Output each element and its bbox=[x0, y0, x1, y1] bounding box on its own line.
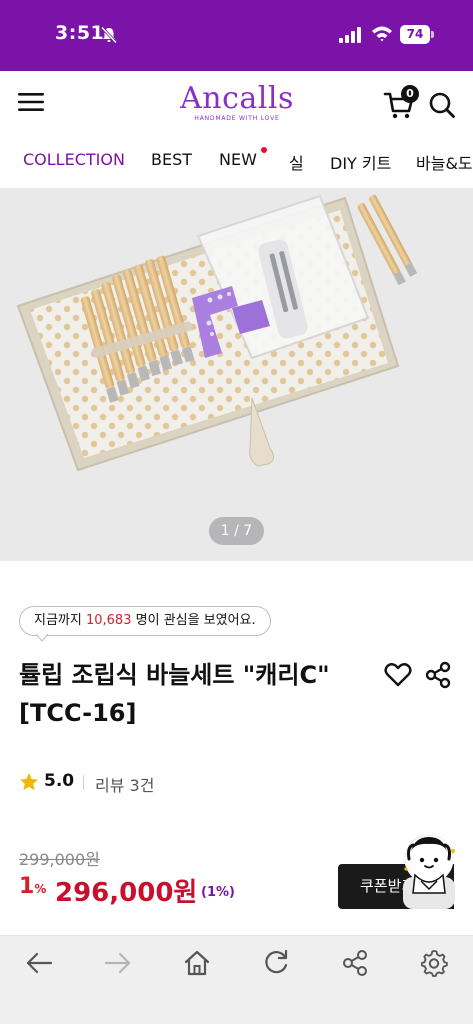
bell-muted-icon bbox=[100, 26, 118, 44]
product-photo bbox=[0, 188, 473, 561]
share-icon[interactable] bbox=[424, 661, 452, 689]
brand-logo[interactable]: Ancalls HANDMADE WITH LOVE bbox=[176, 81, 298, 131]
cellular-signal-icon bbox=[339, 27, 361, 43]
cart-count-badge: 0 bbox=[401, 85, 419, 103]
review-count-link[interactable]: 리뷰 3건 bbox=[95, 772, 154, 796]
browser-toolbar bbox=[0, 935, 473, 1024]
home-icon[interactable] bbox=[182, 948, 212, 978]
new-indicator-dot bbox=[261, 147, 267, 153]
discount-rate-value: 1 bbox=[19, 874, 35, 899]
discount-rate: 1% bbox=[19, 874, 46, 899]
heart-icon[interactable] bbox=[384, 662, 412, 688]
status-bar: 3:51 74 bbox=[0, 0, 473, 71]
interest-count: 10,683 bbox=[85, 613, 132, 628]
refresh-icon[interactable] bbox=[261, 948, 291, 978]
chat-mascot-icon[interactable] bbox=[401, 833, 457, 911]
image-pager: 1 / 7 bbox=[209, 517, 264, 545]
star-icon bbox=[20, 773, 38, 791]
battery-icon: 74 bbox=[400, 25, 434, 44]
interest-suffix: 명이 관심을 보였어요. bbox=[131, 613, 256, 628]
forward-arrow-icon[interactable] bbox=[103, 948, 133, 978]
nav-item-best[interactable]: BEST bbox=[151, 150, 192, 169]
rating-value: 5.0 bbox=[44, 771, 75, 791]
nav-item-needles-tools[interactable]: 바늘&도구 bbox=[416, 150, 473, 174]
back-arrow-icon[interactable] bbox=[24, 948, 54, 978]
wifi-icon bbox=[372, 26, 392, 42]
nav-item-diy-kit[interactable]: DIY 키트 bbox=[330, 150, 391, 174]
product-title: 튤립 조립식 바늘세트 "캐리C" [TCC-16] bbox=[19, 661, 330, 727]
rating-divider bbox=[83, 775, 84, 790]
discount-rate-unit: % bbox=[34, 882, 47, 896]
site-header: Ancalls HANDMADE WITH LOVE 0 bbox=[0, 71, 473, 137]
hamburger-menu-icon[interactable] bbox=[18, 91, 44, 113]
interest-badge: 지금까지 10,683 명이 관심을 보였어요. bbox=[19, 606, 271, 636]
category-nav: COLLECTION BEST NEW 실 DIY 키트 바늘&도구 bbox=[0, 137, 473, 187]
nav-item-yarn[interactable]: 실 bbox=[289, 150, 304, 174]
cart-button[interactable]: 0 bbox=[383, 85, 419, 121]
nav-item-new[interactable]: NEW bbox=[219, 150, 257, 169]
product-image-gallery[interactable]: 1 / 7 bbox=[0, 188, 473, 561]
nav-item-collection[interactable]: COLLECTION bbox=[23, 150, 125, 169]
interest-prefix: 지금까지 bbox=[34, 613, 86, 628]
status-time: 3:51 bbox=[55, 22, 105, 44]
search-icon[interactable] bbox=[428, 91, 456, 119]
logo-tagline: HANDMADE WITH LOVE bbox=[194, 115, 280, 122]
speech-tail bbox=[36, 634, 48, 642]
sale-price: 296,000원 bbox=[55, 878, 198, 908]
battery-level: 74 bbox=[400, 25, 430, 44]
original-price: 299,000원 bbox=[19, 850, 100, 869]
gear-icon[interactable] bbox=[419, 948, 449, 978]
share-icon[interactable] bbox=[340, 948, 370, 978]
logo-wordmark: Ancalls bbox=[180, 81, 294, 116]
sale-percent: (1%) bbox=[201, 885, 235, 900]
